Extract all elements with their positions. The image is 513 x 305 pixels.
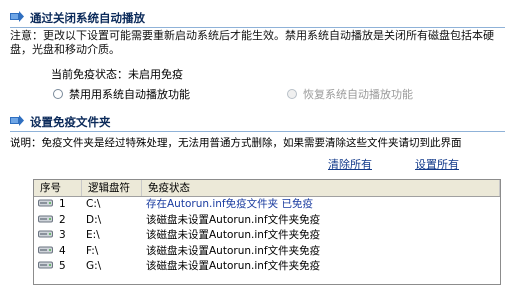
- table-row[interactable]: 1 C:\ 存在Autorun.inf免疫文件夹 已免疫: [34, 197, 500, 213]
- row-index-cell: 5: [34, 259, 82, 275]
- row-status: 该磁盘未设置Autorun.inf文件夹免疫: [146, 213, 321, 226]
- row-status: 存在Autorun.inf免疫文件夹 已免疫: [146, 198, 313, 210]
- table-row[interactable]: 4 F:\ 该磁盘未设置Autorun.inf文件夹免疫: [34, 244, 500, 260]
- hard-drive-icon: [38, 199, 53, 207]
- row-drive: F:\: [86, 244, 99, 257]
- table-row[interactable]: 2 D:\ 该磁盘未设置Autorun.inf文件夹免疫: [34, 213, 500, 229]
- row-index-cell: 2: [34, 213, 82, 229]
- row-index: 4: [59, 244, 66, 257]
- row-index: 2: [59, 213, 66, 226]
- header-drive[interactable]: 逻辑盘符: [82, 180, 142, 196]
- row-index: 5: [59, 260, 66, 272]
- table-header: 序号 逻辑盘符 免疫状态: [34, 180, 500, 197]
- restore-autoplay-radio[interactable]: [287, 89, 297, 99]
- section-divider: [10, 27, 505, 28]
- row-index-cell: 4: [34, 244, 82, 260]
- folder-description: 说明：免疫文件夹是经过特殊处理，无法用普通方式删除，如果需要清除这些文件夹请切到…: [10, 137, 462, 149]
- restore-autoplay-option[interactable]: 恢复系统自动播放功能: [287, 86, 413, 102]
- row-index: 1: [59, 198, 66, 210]
- section-header-icon: [10, 115, 24, 126]
- header-status[interactable]: 免疫状态: [142, 180, 500, 196]
- disable-autoplay-label: 禁用用系统自动播放功能: [69, 88, 190, 101]
- disable-autoplay-option[interactable]: 禁用用系统自动播放功能: [53, 86, 190, 102]
- section-header-icon: [10, 11, 24, 22]
- autoplay-note: 注意：更改以下设置可能需要重新启动系统后才能生效。禁用系统自动播放是关闭所有磁盘…: [10, 29, 494, 56]
- hard-drive-icon: [38, 261, 53, 269]
- row-drive: E:\: [86, 229, 100, 241]
- row-status: 该磁盘未设置Autorun.inf文件夹免疫: [146, 244, 321, 257]
- row-index: 3: [59, 229, 66, 241]
- row-drive: D:\: [86, 213, 102, 226]
- row-status: 该磁盘未设置Autorun.inf文件夹免疫: [146, 260, 321, 272]
- hard-drive-icon: [38, 215, 53, 222]
- table-row[interactable]: 3 E:\ 该磁盘未设置Autorun.inf文件夹免疫: [34, 228, 500, 244]
- autoplay-section-title: 通过关闭系统自动播放: [30, 11, 145, 25]
- disable-autoplay-radio[interactable]: [53, 89, 63, 99]
- immune-status-text: 当前免疫状态：未启用免疫: [51, 68, 183, 81]
- row-drive: G:\: [86, 260, 102, 272]
- row-drive: C:\: [86, 198, 101, 210]
- hard-drive-icon: [38, 246, 53, 253]
- hard-drive-icon: [38, 230, 53, 238]
- section-divider: [10, 131, 505, 132]
- set-all-link[interactable]: 设置所有: [415, 156, 459, 172]
- clear-all-link[interactable]: 清除所有: [328, 156, 372, 172]
- row-status: 该磁盘未设置Autorun.inf文件夹免疫: [146, 229, 321, 241]
- header-index[interactable]: 序号: [34, 180, 82, 196]
- row-index-cell: 3: [34, 228, 82, 244]
- drive-table[interactable]: 序号 逻辑盘符 免疫状态 1 C:\ 存在Autorun.inf免疫文件夹 已免…: [33, 179, 501, 285]
- table-row[interactable]: 5 G:\ 该磁盘未设置Autorun.inf文件夹免疫: [34, 259, 500, 275]
- restore-autoplay-label: 恢复系统自动播放功能: [303, 88, 413, 101]
- row-index-cell: 1: [34, 197, 82, 213]
- folder-section-title: 设置免疫文件夹: [30, 115, 111, 129]
